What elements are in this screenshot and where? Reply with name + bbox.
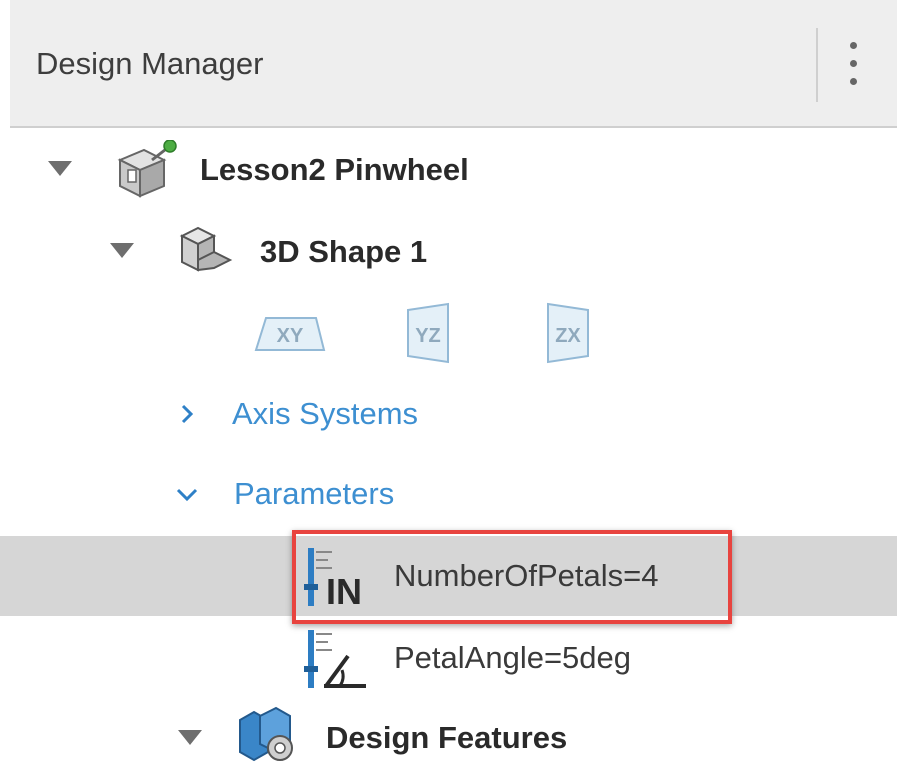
- tree-node-axis-systems[interactable]: Axis Systems: [0, 388, 897, 442]
- tree-node-number-of-petals[interactable]: IN NumberOfPetals=4: [0, 536, 897, 616]
- node-label-root: Lesson2 Pinwheel: [200, 152, 469, 187]
- tree-node-design-features[interactable]: Design Features: [0, 704, 897, 766]
- node-label-parameters: Parameters: [234, 476, 395, 511]
- tree-node-petal-angle[interactable]: PetalAngle=5deg: [0, 626, 897, 694]
- node-label-design-features: Design Features: [326, 720, 568, 755]
- node-label-shape: 3D Shape 1: [260, 234, 428, 269]
- design-features-icon: [234, 706, 304, 771]
- chevron-down-icon[interactable]: [176, 488, 198, 507]
- node-label-number-of-petals: NumberOfPetals=4: [394, 558, 659, 593]
- angle-parameter-icon: [304, 626, 374, 697]
- design-manager-header: Design Manager: [10, 0, 897, 128]
- expand-down-icon[interactable]: [48, 161, 72, 182]
- expand-down-icon[interactable]: [110, 243, 134, 264]
- 3d-shape-icon: [176, 224, 236, 285]
- node-label-axis-systems: Axis Systems: [232, 396, 419, 431]
- panel-title: Design Manager: [36, 46, 264, 81]
- expand-down-icon[interactable]: [178, 730, 202, 751]
- xy-plane-icon[interactable]: XY: [254, 312, 326, 361]
- integer-parameter-icon: IN: [304, 544, 374, 615]
- yz-plane-label: YZ: [415, 325, 441, 347]
- integer-parameter-icon-text: IN: [326, 571, 362, 610]
- zx-plane-label: ZX: [555, 325, 581, 347]
- header-divider: [816, 28, 818, 102]
- chevron-right-icon[interactable]: [180, 404, 194, 429]
- product-icon: [112, 139, 184, 207]
- planes-row: XY YZ ZX: [0, 300, 897, 366]
- xy-plane-label: XY: [277, 325, 304, 347]
- tree-node-parameters[interactable]: Parameters: [0, 468, 897, 522]
- more-vertical-icon[interactable]: [836, 38, 872, 90]
- tree-node-lesson2-pinwheel[interactable]: Lesson2 Pinwheel: [0, 139, 897, 202]
- yz-plane-icon[interactable]: YZ: [404, 302, 454, 369]
- zx-plane-icon[interactable]: ZX: [544, 302, 594, 369]
- tree-node-3d-shape-1[interactable]: 3D Shape 1: [0, 222, 897, 282]
- node-label-petal-angle: PetalAngle=5deg: [394, 640, 632, 675]
